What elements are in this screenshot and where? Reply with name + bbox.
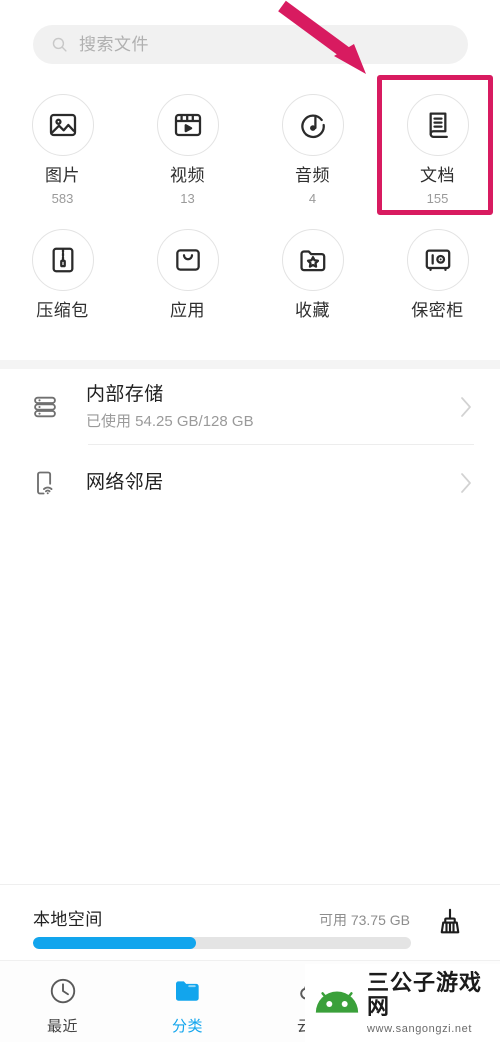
folder-icon-wrap [172, 974, 204, 1008]
network-phone-wifi-icon-wrap [28, 469, 62, 497]
search-input[interactable]: 搜索文件 [33, 25, 468, 64]
category-label: 文档 [420, 166, 455, 185]
chevron-right-icon [461, 473, 471, 493]
app-bag-icon-wrap [156, 229, 219, 291]
local-space-free: 可用 73.75 GB [318, 912, 410, 928]
nav-item-categories[interactable]: 分类 [125, 961, 250, 1042]
category-label: 压缩包 [36, 301, 89, 320]
video-icon [174, 113, 201, 137]
category-label: 保密柜 [411, 301, 464, 320]
nav-item-recent[interactable]: 最近 [0, 961, 125, 1042]
category-item-apps[interactable]: 应用 [125, 215, 250, 350]
category-item-videos[interactable]: 视频 13 [125, 80, 250, 215]
category-item-audio[interactable]: 音频 4 [250, 80, 375, 215]
network-row-text: 网络邻居 [86, 471, 458, 495]
document-icon [429, 112, 448, 138]
search-icon [52, 37, 67, 52]
storage-row-text: 内部存储 已使用 54.25 GB/128 GB [86, 383, 458, 431]
network-row-title: 网络邻居 [86, 472, 164, 494]
category-label: 音频 [295, 166, 330, 185]
archive-icon-wrap [31, 229, 94, 291]
clock-icon [50, 978, 75, 1003]
category-grid: 图片 583 视频 13 音频 4 文档 155 压缩包 应用 收藏 保密柜 [0, 75, 500, 350]
safe-vault-icon [425, 249, 450, 271]
watermark-url: www.sangongzi.net [367, 1023, 472, 1036]
search-placeholder: 搜索文件 [79, 35, 149, 54]
category-label: 视频 [170, 166, 205, 185]
robot-head-icon [315, 991, 359, 1013]
android-robot-logo-icon [311, 977, 363, 1029]
safe-vault-icon-wrap [406, 229, 469, 291]
watermark-text: 三公子游戏网 www.sangongzi.net [367, 969, 500, 1036]
category-item-documents[interactable]: 文档 155 [375, 75, 500, 215]
section-divider [0, 360, 500, 369]
local-space-panel: 本地空间 可用 73.75 GB [0, 884, 500, 960]
video-icon-wrap [156, 94, 219, 156]
category-count: 155 [426, 191, 449, 206]
broom-icon [440, 908, 460, 934]
favorite-folder-icon [299, 250, 325, 272]
app-bag-icon [175, 249, 200, 271]
audio-icon-wrap [281, 94, 344, 156]
audio-icon [300, 114, 325, 139]
storage-stack-icon [34, 396, 56, 418]
network-phone-wifi-icon [37, 471, 53, 495]
cleanup-button[interactable] [430, 899, 470, 943]
site-watermark: 三公子游戏网 www.sangongzi.net [305, 964, 500, 1042]
storage-row-subtitle: 已使用 54.25 GB/128 GB [86, 412, 254, 430]
category-label: 收藏 [295, 301, 330, 320]
storage-row-title: 内部存储 [86, 384, 164, 406]
storage-row-network[interactable]: 网络邻居 [0, 445, 500, 521]
folder-icon [175, 980, 199, 1001]
category-item-images[interactable]: 图片 583 [0, 80, 125, 215]
category-count: 4 [308, 191, 317, 206]
image-icon [49, 113, 76, 137]
local-space-title: 本地空间 [33, 910, 103, 929]
storage-list: 内部存储 已使用 54.25 GB/128 GB 网络邻居 [0, 369, 500, 521]
clock-icon-wrap [48, 974, 78, 1008]
category-item-archives[interactable]: 压缩包 [0, 215, 125, 350]
category-count: 13 [180, 191, 195, 206]
document-icon-wrap [406, 94, 469, 156]
category-label: 应用 [170, 301, 205, 320]
category-item-safe[interactable]: 保密柜 [375, 215, 500, 350]
archive-icon [52, 247, 73, 273]
file-manager-screen: 搜索文件 图片 583 视频 13 音频 4 文档 155 压缩包 应用 收藏 … [0, 0, 500, 1042]
storage-stack-icon-wrap [28, 393, 62, 421]
storage-row-internal[interactable]: 内部存储 已使用 54.25 GB/128 GB [0, 369, 500, 445]
category-label: 图片 [45, 166, 80, 185]
chevron-right-icon [461, 397, 471, 417]
watermark-title: 三公子游戏网 [367, 969, 483, 1019]
category-count: 583 [51, 191, 74, 206]
favorite-folder-icon-wrap [281, 229, 344, 291]
local-space-header: 本地空间 可用 73.75 GB [33, 905, 410, 930]
image-icon-wrap [31, 94, 94, 156]
category-item-favorites[interactable]: 收藏 [250, 215, 375, 350]
nav-label: 分类 [171, 1017, 203, 1035]
local-space-progress-fill [33, 937, 196, 949]
nav-label: 最近 [46, 1017, 78, 1035]
local-space-progress-track [33, 937, 411, 949]
